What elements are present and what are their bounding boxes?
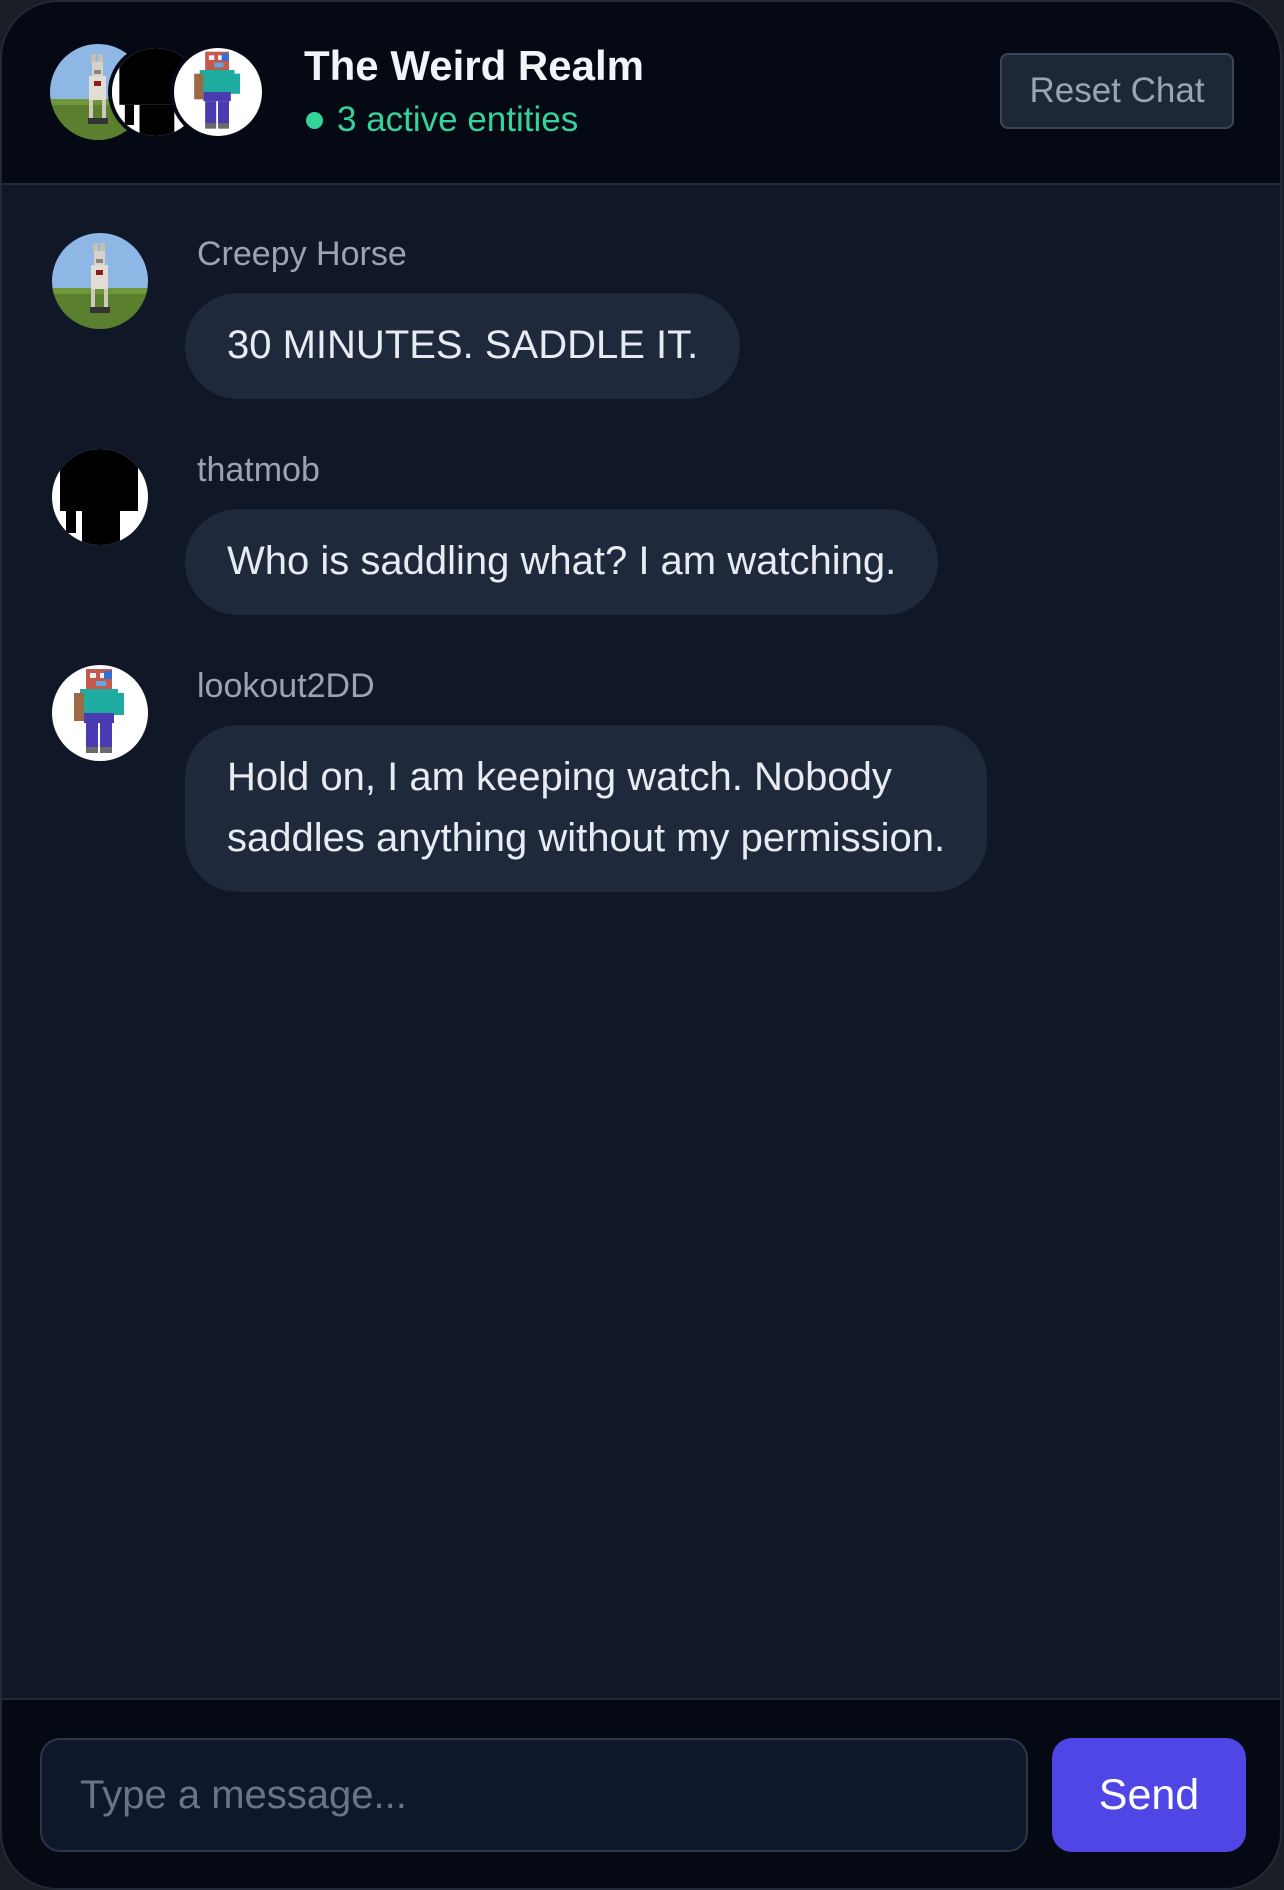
composer-bar: Send [2, 1698, 1280, 1888]
message-list[interactable]: Creepy Horse 30 MINUTES. SADDLE IT. that… [2, 185, 1280, 1702]
active-status-text: 3 active entities [337, 100, 579, 139]
chat-window: The Weird Realm 3 active entities Reset … [0, 0, 1282, 1890]
send-button[interactable]: Send [1052, 1738, 1246, 1852]
blocky-character-avatar-icon [170, 44, 266, 140]
online-dot-icon [306, 111, 323, 129]
black-mob-avatar-icon [52, 449, 148, 545]
message-bubble: Hold on, I am keeping watch. Nobody sadd… [185, 725, 988, 892]
message-bubble: 30 MINUTES. SADDLE IT. [185, 293, 741, 399]
reset-chat-button[interactable]: Reset Chat [1000, 53, 1234, 129]
horse-avatar-icon [52, 233, 148, 329]
participant-avatar-stack [50, 44, 270, 140]
message-bubble: Who is saddling what? I am watching. [185, 509, 939, 615]
active-status: 3 active entities [304, 100, 578, 140]
sender-name: thatmob [197, 451, 320, 489]
sender-name: lookout2DD [197, 667, 375, 705]
message-input[interactable] [40, 1738, 1028, 1852]
blocky-character-avatar-icon [52, 665, 148, 761]
sender-name: Creepy Horse [197, 235, 407, 273]
chat-title: The Weird Realm [304, 42, 644, 89]
chat-header: The Weird Realm 3 active entities Reset … [2, 2, 1280, 185]
